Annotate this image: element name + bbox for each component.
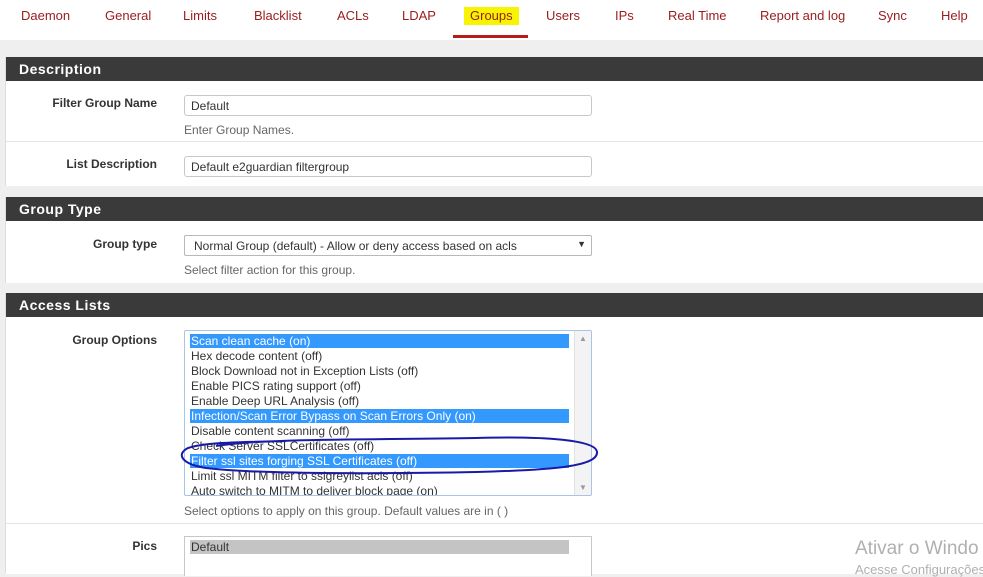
option-block-download[interactable]: Block Download not in Exception Lists (o…	[190, 364, 569, 378]
group-type-panel: Group Type Group type Normal Group (defa…	[5, 197, 983, 283]
option-check-server-ssl[interactable]: Check Server SSLCertificates (off)	[190, 439, 569, 453]
tab-report-and-log[interactable]: Report and log	[760, 8, 845, 23]
filter-group-name-help: Enter Group Names.	[184, 123, 295, 137]
description-panel: Description Filter Group Name Default En…	[5, 57, 983, 186]
tab-bar: Daemon General Limits Blacklist ACLs LDA…	[0, 0, 983, 40]
active-tab-indicator	[453, 35, 528, 38]
scroll-up-icon[interactable]: ▲	[579, 334, 587, 343]
option-enable-pics[interactable]: Enable PICS rating support (off)	[190, 379, 569, 393]
tab-ldap[interactable]: LDAP	[402, 8, 436, 23]
dropdown-arrow-icon: ▼	[577, 239, 586, 249]
description-heading: Description	[6, 57, 983, 81]
access-lists-heading: Access Lists	[6, 293, 983, 317]
option-scan-clean-cache[interactable]: Scan clean cache (on)	[190, 334, 569, 348]
tab-limits[interactable]: Limits	[183, 8, 217, 23]
filter-group-name-input[interactable]: Default	[184, 95, 592, 116]
list-description-row: List Description Default e2guardian filt…	[6, 142, 983, 186]
filter-group-name-label: Filter Group Name	[52, 96, 157, 110]
filter-group-name-row: Filter Group Name Default Enter Group Na…	[6, 81, 983, 142]
group-type-row: Group type Normal Group (default) - Allo…	[6, 221, 983, 283]
option-disable-content-scanning[interactable]: Disable content scanning (off)	[190, 424, 569, 438]
tab-blacklist[interactable]: Blacklist	[254, 8, 302, 23]
tab-daemon[interactable]: Daemon	[21, 8, 70, 23]
pics-label: Pics	[132, 539, 157, 553]
option-auto-switch-mitm[interactable]: Auto switch to MITM to deliver block pag…	[190, 484, 569, 495]
scroll-down-icon[interactable]: ▼	[579, 483, 587, 492]
multiselect-scrollbar[interactable]: ▲ ▼	[574, 331, 591, 495]
group-options-multiselect[interactable]: Scan clean cache (on) Hex decode content…	[184, 330, 592, 496]
group-type-help: Select filter action for this group.	[184, 263, 356, 277]
list-description-label: List Description	[66, 157, 157, 171]
group-type-heading: Group Type	[6, 197, 983, 221]
windows-activation-watermark: Ativar o Windo	[855, 538, 979, 559]
option-deep-url-analysis[interactable]: Enable Deep URL Analysis (off)	[190, 394, 569, 408]
tab-ips[interactable]: IPs	[615, 8, 634, 23]
list-description-input[interactable]: Default e2guardian filtergroup	[184, 156, 592, 177]
option-filter-ssl-forging[interactable]: Filter ssl sites forging SSL Certificate…	[190, 454, 569, 468]
group-options-label: Group Options	[72, 333, 157, 347]
tab-sync[interactable]: Sync	[878, 8, 907, 23]
group-options-help: Select options to apply on this group. D…	[184, 504, 509, 518]
windows-activation-subtext: Acesse Configurações	[855, 562, 983, 577]
tab-groups[interactable]: Groups	[464, 7, 519, 25]
group-type-selected-value: Normal Group (default) - Allow or deny a…	[194, 239, 517, 253]
pics-select[interactable]: Default	[184, 536, 592, 576]
tab-help[interactable]: Help	[941, 8, 968, 23]
pics-row: Pics Default	[6, 524, 983, 576]
tab-real-time[interactable]: Real Time	[668, 8, 727, 23]
option-hex-decode-content[interactable]: Hex decode content (off)	[190, 349, 569, 363]
group-type-select[interactable]: Normal Group (default) - Allow or deny a…	[184, 235, 592, 256]
tab-users[interactable]: Users	[546, 8, 580, 23]
tab-general[interactable]: General	[105, 8, 151, 23]
option-limit-ssl-mitm[interactable]: Limit ssl MITM filter to sslgreylist acl…	[190, 469, 569, 483]
pics-option-default[interactable]: Default	[190, 540, 569, 554]
access-lists-panel: Access Lists Group Options Scan clean ca…	[5, 293, 983, 576]
option-infection-scan-bypass[interactable]: Infection/Scan Error Bypass on Scan Erro…	[190, 409, 569, 423]
tab-acls[interactable]: ACLs	[337, 8, 369, 23]
group-options-row: Group Options Scan clean cache (on) Hex …	[6, 317, 983, 524]
group-type-label: Group type	[92, 237, 157, 251]
